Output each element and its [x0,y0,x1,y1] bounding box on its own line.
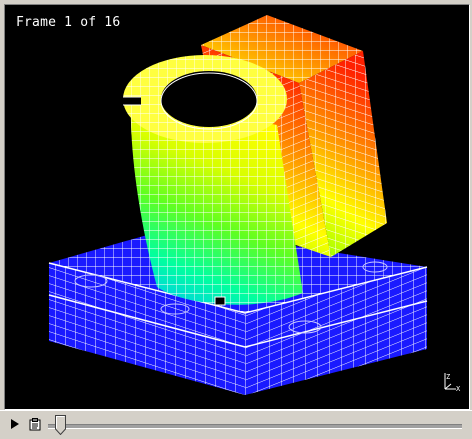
render-viewport[interactable]: Frame 1 of 16 Z X [4,4,470,410]
clipboard-icon [29,417,41,430]
frame-slider-thumb[interactable] [55,415,66,435]
clipboard-button[interactable] [26,415,44,433]
play-button[interactable] [6,415,24,433]
axis-z-label: Z [446,373,450,381]
axis-x-label: X [456,385,461,393]
fea-model-render [48,15,428,395]
frame-counter-label: Frame 1 of 16 [16,15,121,30]
play-icon [11,419,19,429]
axis-triad-icon: Z X [444,373,461,393]
animation-viewer-window: Frame 1 of 16 Z X [0,0,472,439]
playback-toolbar [0,410,472,439]
frame-slider-track[interactable] [48,424,462,429]
